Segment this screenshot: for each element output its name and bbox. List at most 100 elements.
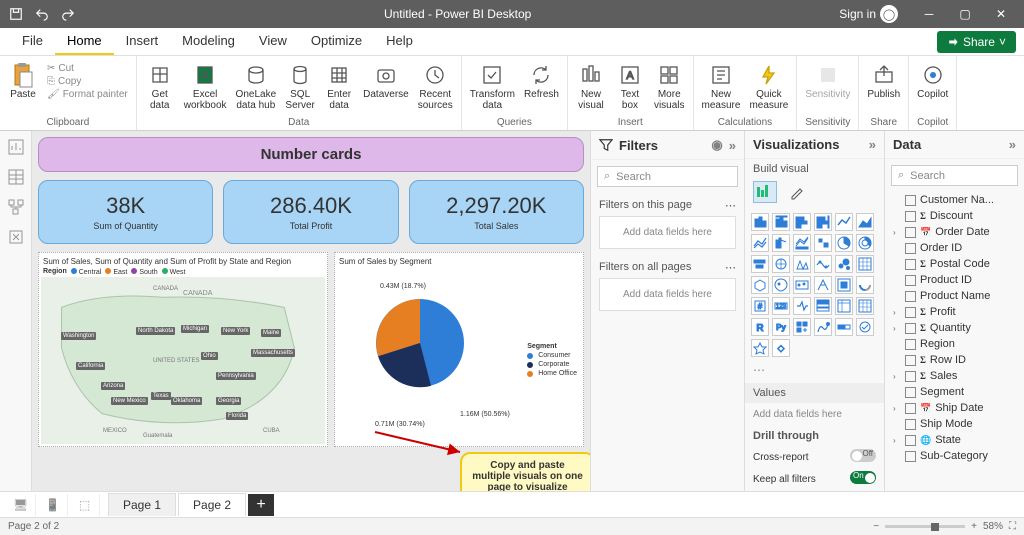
filter-collapse-icon[interactable]: » bbox=[729, 138, 736, 153]
filter-search-input[interactable]: ⌕ Search bbox=[597, 166, 738, 187]
zoom-slider[interactable] bbox=[885, 525, 965, 528]
new-measure-button[interactable]: Newmeasure bbox=[698, 60, 745, 113]
menu-view[interactable]: View bbox=[247, 28, 299, 55]
viz-type-19[interactable] bbox=[772, 276, 790, 294]
field-order-date[interactable]: ›📅Order Date bbox=[885, 224, 1024, 240]
mobile-layout-icon[interactable]: 📱 bbox=[38, 494, 68, 516]
excel-button[interactable]: XExcelworkbook bbox=[180, 60, 231, 113]
viz-type-37[interactable]: ◇ bbox=[772, 339, 790, 357]
viz-type-15[interactable] bbox=[814, 255, 832, 273]
viz-type-7[interactable] bbox=[772, 234, 790, 252]
data-collapse-icon[interactable]: » bbox=[1009, 137, 1016, 152]
viz-type-31[interactable]: Py bbox=[772, 318, 790, 336]
textbox-button[interactable]: ATextbox bbox=[611, 60, 649, 113]
viz-type-10[interactable] bbox=[835, 234, 853, 252]
build-visual-tab[interactable] bbox=[753, 181, 777, 203]
filter-more-icon[interactable]: ⋯ bbox=[725, 261, 736, 274]
copy-button[interactable]: ⎘ Copy bbox=[43, 75, 132, 88]
get-data-button[interactable]: Getdata bbox=[141, 60, 179, 113]
field-profit[interactable]: ›ΣProfit bbox=[885, 304, 1024, 320]
field-row-id[interactable]: ΣRow ID bbox=[885, 352, 1024, 368]
pie-visual[interactable]: Sum of Sales by Segment 0.43M (18.7%) 0.… bbox=[334, 252, 584, 447]
viz-type-36[interactable] bbox=[751, 339, 769, 357]
page-tab-1[interactable]: Page 2 bbox=[178, 493, 246, 516]
viz-type-29[interactable] bbox=[856, 297, 874, 315]
enter-data-button[interactable]: Enterdata bbox=[320, 60, 358, 113]
field-discount[interactable]: ΣDiscount bbox=[885, 208, 1024, 224]
viz-type-25[interactable]: 123 bbox=[772, 297, 790, 315]
format-visual-tab[interactable] bbox=[785, 181, 809, 203]
field-product-name[interactable]: Product Name bbox=[885, 288, 1024, 304]
field-postal-code[interactable]: ΣPostal Code bbox=[885, 256, 1024, 272]
menu-modeling[interactable]: Modeling bbox=[170, 28, 247, 55]
desktop-layout-icon[interactable]: 🖥 bbox=[6, 494, 36, 516]
zoom-out-button[interactable]: − bbox=[873, 521, 879, 532]
close-icon[interactable]: ✕ bbox=[986, 3, 1016, 25]
viz-type-26[interactable] bbox=[793, 297, 811, 315]
minimize-icon[interactable]: ─ bbox=[914, 3, 944, 25]
copilot-button[interactable]: Copilot bbox=[913, 60, 952, 102]
field-sub-category[interactable]: Sub-Category bbox=[885, 448, 1024, 464]
menu-home[interactable]: Home bbox=[55, 28, 114, 55]
viz-type-34[interactable] bbox=[835, 318, 853, 336]
kpi-card-0[interactable]: 38KSum of Quantity bbox=[38, 180, 213, 244]
viz-type-18[interactable] bbox=[751, 276, 769, 294]
field-quantity[interactable]: ›ΣQuantity bbox=[885, 320, 1024, 336]
tablet-layout-icon[interactable]: ⬚ bbox=[70, 494, 100, 516]
viz-type-11[interactable] bbox=[856, 234, 874, 252]
report-canvas[interactable]: Number cards 38KSum of Quantity286.40KTo… bbox=[32, 131, 590, 507]
dax-view-icon[interactable] bbox=[6, 227, 26, 247]
table-view-icon[interactable] bbox=[6, 167, 26, 187]
viz-type-14[interactable] bbox=[793, 255, 811, 273]
viz-type-5[interactable] bbox=[856, 213, 874, 231]
maximize-icon[interactable]: ▢ bbox=[950, 3, 980, 25]
viz-type-1[interactable] bbox=[772, 213, 790, 231]
transform-button[interactable]: Transformdata bbox=[466, 60, 519, 113]
menu-optimize[interactable]: Optimize bbox=[299, 28, 374, 55]
viz-type-4[interactable] bbox=[835, 213, 853, 231]
menu-insert[interactable]: Insert bbox=[114, 28, 171, 55]
cut-button[interactable]: ✂ Cut bbox=[43, 62, 132, 75]
model-view-icon[interactable] bbox=[6, 197, 26, 217]
filter-eye-icon[interactable]: ◉ bbox=[711, 137, 722, 153]
viz-type-16[interactable] bbox=[835, 255, 853, 273]
filter-all-dropzone[interactable]: Add data fields here bbox=[599, 278, 736, 311]
field-customer-na-[interactable]: Customer Na... bbox=[885, 192, 1024, 208]
viz-type-3[interactable] bbox=[814, 213, 832, 231]
signin-button[interactable]: Sign in ◯ bbox=[839, 5, 898, 23]
viz-type-27[interactable] bbox=[814, 297, 832, 315]
paste-button[interactable]: Paste bbox=[4, 60, 42, 102]
menu-help[interactable]: Help bbox=[374, 28, 425, 55]
viz-type-33[interactable] bbox=[814, 318, 832, 336]
fit-page-icon[interactable]: ⛶ bbox=[1009, 521, 1016, 532]
dataverse-button[interactable]: Dataverse bbox=[359, 60, 413, 102]
viz-type-2[interactable] bbox=[793, 213, 811, 231]
share-button[interactable]: Share ˅ bbox=[937, 31, 1016, 53]
viz-type-20[interactable] bbox=[793, 276, 811, 294]
viz-type-9[interactable] bbox=[814, 234, 832, 252]
field-ship-mode[interactable]: Ship Mode bbox=[885, 416, 1024, 432]
field-state[interactable]: ›🌐State bbox=[885, 432, 1024, 448]
field-ship-date[interactable]: ›📅Ship Date bbox=[885, 400, 1024, 416]
viz-type-23[interactable] bbox=[856, 276, 874, 294]
viz-collapse-icon[interactable]: » bbox=[869, 137, 876, 152]
viz-type-0[interactable] bbox=[751, 213, 769, 231]
viz-type-8[interactable] bbox=[793, 234, 811, 252]
viz-type-13[interactable] bbox=[772, 255, 790, 273]
quick-measure-button[interactable]: Quickmeasure bbox=[745, 60, 792, 113]
viz-type-6[interactable] bbox=[751, 234, 769, 252]
undo-icon[interactable] bbox=[34, 6, 50, 22]
more-visuals-button[interactable]: Morevisuals bbox=[650, 60, 689, 113]
sql-button[interactable]: SQLServer bbox=[281, 60, 319, 113]
viz-type-22[interactable] bbox=[835, 276, 853, 294]
field-segment[interactable]: Segment bbox=[885, 384, 1024, 400]
onelake-button[interactable]: OneLakedata hub bbox=[232, 60, 281, 113]
kpi-card-2[interactable]: 2,297.20KTotal Sales bbox=[409, 180, 584, 244]
filter-more-icon[interactable]: ⋯ bbox=[725, 199, 736, 212]
new-visual-button[interactable]: Newvisual bbox=[572, 60, 610, 113]
page-tab-0[interactable]: Page 1 bbox=[108, 493, 176, 516]
menu-file[interactable]: File bbox=[10, 28, 55, 55]
save-icon[interactable] bbox=[8, 6, 24, 22]
data-search-input[interactable]: ⌕ Search bbox=[891, 165, 1018, 186]
viz-type-30[interactable]: R bbox=[751, 318, 769, 336]
